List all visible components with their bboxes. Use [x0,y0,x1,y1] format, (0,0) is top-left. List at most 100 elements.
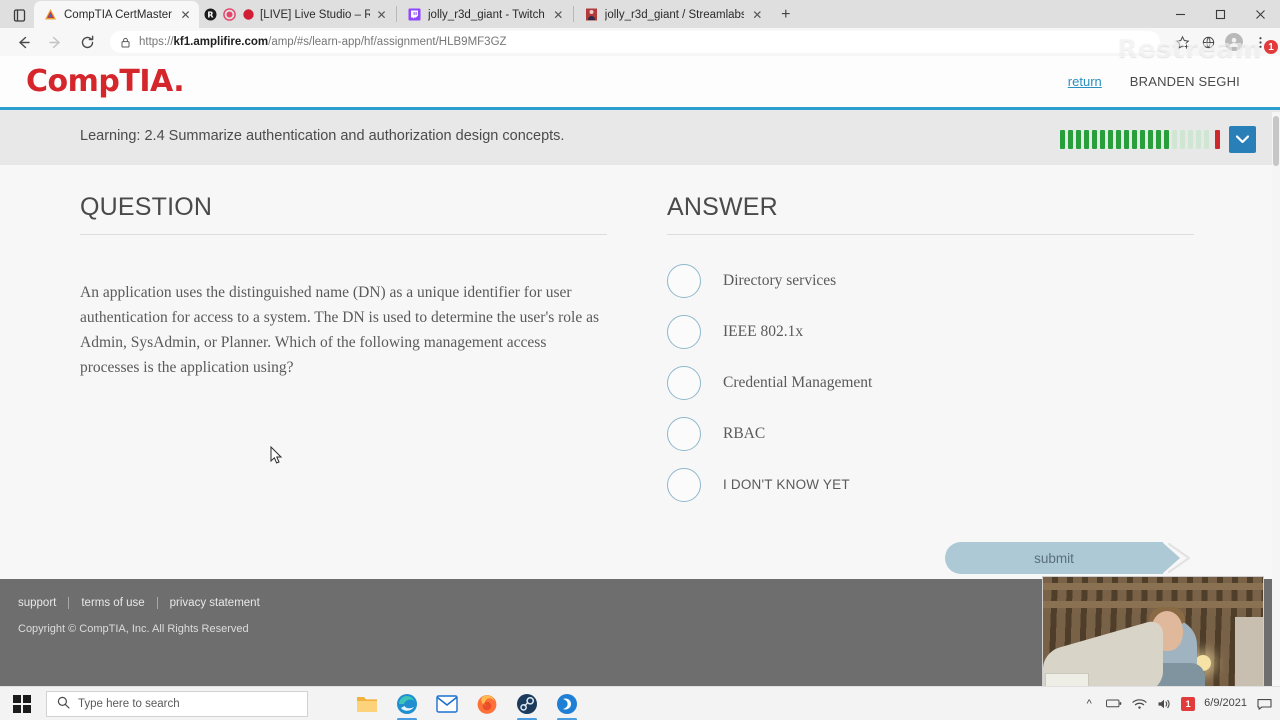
address-bar[interactable]: https://kf1.amplifire.com/amp/#s/learn-a… [110,31,1160,53]
show-hidden-icons[interactable]: ^ [1081,696,1097,712]
progress-bar [1060,130,1220,149]
progress-segment [1060,130,1065,149]
submit-button[interactable]: submit [945,542,1191,574]
maximize-button[interactable] [1200,0,1240,28]
progress-segment [1084,130,1089,149]
webcam-beam [1043,601,1263,608]
answer-option[interactable]: RBAC [667,414,1194,453]
windows-logo-icon [13,694,31,713]
taskbar-app-steam[interactable] [512,689,542,720]
user-name: BRANDEN SEGHI [1129,74,1240,89]
answer-option[interactable]: IEEE 802.1x [667,312,1194,351]
minimize-button[interactable] [1160,0,1200,28]
footer-link[interactable]: support [18,597,56,609]
radio-button[interactable] [667,365,701,400]
question-text: An application uses the distinguished na… [80,284,600,377]
answer-option[interactable]: I DON'T KNOW YET [667,465,1194,504]
taskbar-app-list [352,689,582,720]
new-tab-button[interactable]: + [773,2,799,28]
progress-segment [1156,130,1161,149]
taskbar-app-microsoft-edge[interactable] [392,689,422,720]
chevron-right-icon [1167,542,1191,574]
answer-options-list: Directory services IEEE 802.1x Credential … [667,261,1194,504]
screen: CompTIA CertMaster ✕ R [LIVE] Live Studi… [0,0,1280,720]
back-arrow-icon[interactable] [10,30,36,54]
browser-toolbar: https://kf1.amplifire.com/amp/#s/learn-a… [0,28,1280,56]
progress-segment [1148,130,1153,149]
close-icon[interactable]: ✕ [374,7,389,22]
tab-search-icon[interactable] [6,2,32,28]
footer-divider [68,597,70,609]
browser-settings-icon[interactable] [1198,32,1218,52]
profile-avatar-icon[interactable] [1224,32,1244,52]
close-icon[interactable]: ✕ [551,7,566,22]
lock-icon [118,35,132,49]
system-tray: ^ 1 6/9/2021 [1081,687,1280,720]
progress-segment [1188,130,1193,149]
progress-segment [1068,130,1073,149]
return-link[interactable]: return [1068,74,1102,89]
taskbar-app-firefox[interactable] [472,689,502,719]
tab-strip: CompTIA CertMaster ✕ R [LIVE] Live Studi… [0,0,1280,28]
radio-button[interactable] [667,314,701,349]
action-center-icon[interactable] [1256,696,1272,712]
favorite-star-icon[interactable] [1172,32,1192,52]
progress-segment [1164,130,1169,149]
browser-tab-streamlabs[interactable]: jolly_r3d_giant / Streamlabs ✕ [575,1,771,28]
chevron-down-icon[interactable] [1229,126,1256,153]
page-scrollbar[interactable] [1272,112,1280,720]
tray-date: 6/9/2021 [1204,697,1247,710]
progress-segment [1124,130,1129,149]
answer-column: ANSWER Directory services IEEE 802.1x Cred… [667,193,1194,579]
progress-segment [1092,130,1097,149]
wifi-icon[interactable] [1131,696,1147,712]
answer-option-label: Directory services [723,271,837,289]
forward-arrow-icon [42,30,68,54]
progress-area [1060,124,1256,153]
comptia-triangle-icon [43,7,58,22]
volume-icon[interactable] [1156,696,1172,712]
progress-segment [1204,130,1209,149]
taskbar-app-streamlabs[interactable] [552,689,582,720]
taskbar-search-input[interactable]: Type here to search [46,690,308,717]
answer-option[interactable]: Credential Management [667,363,1194,402]
tab-divider [396,6,397,22]
progress-segment [1180,130,1185,149]
taskbar-app-file-explorer[interactable] [352,689,382,719]
battery-icon[interactable] [1106,696,1122,712]
close-window-button[interactable] [1240,0,1280,28]
progress-segment [1108,130,1113,149]
radio-button[interactable] [667,467,701,502]
tray-clock[interactable]: 6/9/2021 [1204,697,1247,710]
browser-tab-live-studio[interactable]: R [LIVE] Live Studio – Rest ✕ [199,1,395,28]
answer-option[interactable]: Directory services [667,261,1194,300]
browser-tab-comptia-certmaster[interactable]: CompTIA CertMaster ✕ [34,1,199,28]
browser-tab-twitch[interactable]: jolly_r3d_giant - Twitch ✕ [398,1,572,28]
close-icon[interactable]: ✕ [178,7,193,22]
submit-button-label: submit [945,542,1163,574]
radio-button[interactable] [667,263,701,298]
scrollbar-thumb[interactable] [1273,116,1279,166]
progress-segment [1116,130,1121,149]
taskbar-app-mail[interactable] [432,689,462,719]
start-button[interactable] [0,687,44,720]
answer-option-label: IEEE 802.1x [723,322,804,340]
progress-segment [1076,130,1081,149]
tab-title: CompTIA CertMaster [64,8,172,21]
browser-chrome: CompTIA CertMaster ✕ R [LIVE] Live Studi… [0,0,1280,56]
record-ring-icon [222,7,237,22]
close-icon[interactable]: ✕ [750,7,765,22]
tray-notification-badge[interactable]: 1 [1181,696,1196,711]
question-column: QUESTION An application uses the disting… [80,193,607,579]
answer-option-label: RBAC [723,424,766,442]
comptia-logo: CompTIA. [26,63,185,99]
progress-segment [1140,130,1145,149]
notification-badge: 1 [1264,40,1278,54]
footer-link[interactable]: privacy statement [170,597,260,609]
radio-button[interactable] [667,416,701,451]
webcam-preview [1042,576,1264,703]
footer-link[interactable]: terms of use [81,597,144,609]
reload-icon[interactable] [74,30,100,54]
progress-segment [1100,130,1105,149]
answer-option-label: Credential Management [723,373,873,391]
